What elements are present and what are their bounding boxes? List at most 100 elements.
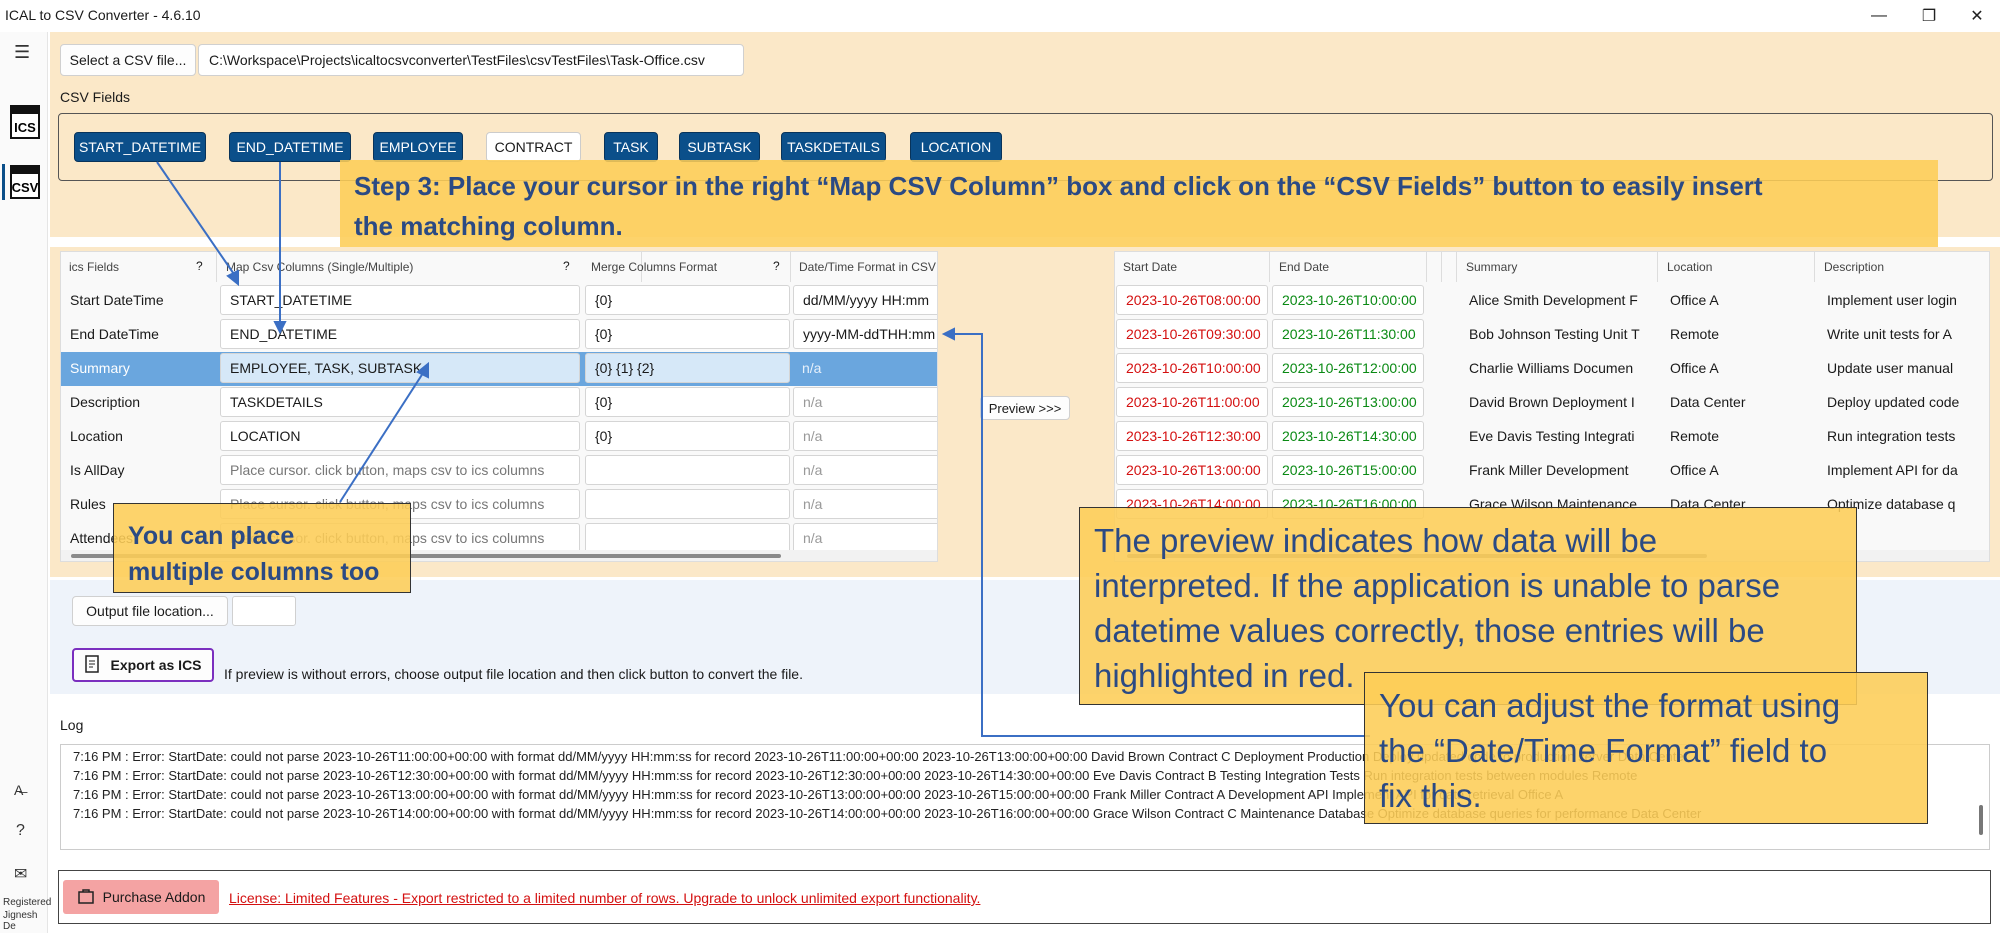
mail-icon[interactable]: ✉ (14, 864, 27, 884)
map-input-description[interactable]: TASKDETAILS (220, 387, 580, 417)
row-field-summary: Summary (70, 360, 130, 376)
help-icon[interactable]: ? (773, 259, 780, 273)
preview-start: 2023-10-26T09:30:00 (1116, 319, 1268, 349)
chip-task[interactable]: TASK (604, 132, 658, 162)
row-field-end: End DateTime (70, 326, 159, 342)
preview-summary: Bob Johnson Testing Unit T (1469, 326, 1640, 342)
map-input-summary[interactable]: EMPLOYEE, TASK, SUBTASK (220, 353, 580, 383)
help-icon[interactable]: ? (16, 822, 25, 840)
preview-description: Implement user login (1827, 292, 1957, 308)
preview-button[interactable]: Preview >>> (980, 396, 1070, 420)
row-field-allday: Is AllDay (70, 462, 125, 478)
close-button[interactable]: ✕ (1954, 0, 2000, 32)
preview-end: 2023-10-26T11:30:00 (1272, 319, 1424, 349)
preview-location: Office A (1670, 360, 1719, 376)
chip-taskdetails[interactable]: TASKDETAILS (781, 132, 886, 162)
format-line3: fix this. (1379, 777, 1482, 814)
purchase-addon-button[interactable]: Purchase Addon (63, 880, 219, 914)
chip-employee[interactable]: EMPLOYEE (373, 132, 463, 162)
format-input-description[interactable]: n/a (793, 387, 937, 417)
map-input-end[interactable]: END_DATETIME (220, 319, 580, 349)
row-field-description: Description (70, 394, 141, 410)
format-input-attendees[interactable]: n/a (793, 523, 937, 553)
purchase-label: Purchase Addon (102, 889, 206, 905)
merge-input-attendees[interactable] (585, 523, 790, 553)
left-nav-rail: ☰ ICS CSV A̶ ? ✉ Registered Jignesh De (0, 32, 51, 933)
header-ics-fields: ics Fields (61, 252, 217, 282)
format-input-start[interactable]: dd/MM/yyyy HH:mm (793, 285, 937, 315)
csv-label: CSV (12, 180, 39, 195)
license-link[interactable]: License: Limited Features - Export restr… (229, 890, 980, 906)
format-input-rules[interactable]: n/a (793, 489, 937, 519)
map-input-start[interactable]: START_DATETIME (220, 285, 580, 315)
multi-columns-callout: You can place multiple columns too (113, 503, 411, 593)
format-line2: the “Date/Time Format” field to (1379, 732, 1828, 769)
merge-input-summary[interactable]: {0} {1} {2} (585, 353, 790, 383)
format-input-end[interactable]: yyyy-MM-ddTHH:mm (793, 319, 937, 349)
map-input-allday[interactable]: Place cursor. click button, maps csv to … (220, 455, 580, 485)
translate-icon[interactable]: A̶ (14, 782, 23, 798)
merge-input-end[interactable]: {0} (585, 319, 790, 349)
preview-start: 2023-10-26T10:00:00 (1116, 353, 1268, 383)
registered-user: Jignesh De (3, 910, 38, 932)
help-icon[interactable]: ? (196, 259, 203, 273)
preview-end: 2023-10-26T10:00:00 (1272, 285, 1424, 315)
merge-input-allday[interactable] (585, 455, 790, 485)
header-start-date: Start Date (1115, 252, 1270, 282)
maximize-button[interactable]: ❐ (1906, 0, 1952, 32)
preview-start: 2023-10-26T12:30:00 (1116, 421, 1268, 451)
menu-icon[interactable]: ☰ (14, 42, 30, 63)
csv-path-field[interactable]: C:\Workspace\Projects\icaltocsvconverter… (198, 44, 744, 76)
chip-start-datetime[interactable]: START_DATETIME (74, 132, 206, 162)
chip-subtask[interactable]: SUBTASK (679, 132, 760, 162)
log-scrollbar[interactable] (1979, 805, 1983, 835)
preview-summary: Alice Smith Development F (1469, 292, 1638, 308)
merge-input-start[interactable]: {0} (585, 285, 790, 315)
step3-line2: the matching column. (354, 211, 623, 241)
export-label: Export as ICS (110, 657, 202, 673)
select-csv-button[interactable]: Select a CSV file... (60, 44, 196, 76)
chip-contract[interactable]: CONTRACT (486, 132, 581, 162)
export-hint: If preview is without errors, choose out… (224, 666, 803, 682)
chip-location[interactable]: LOCATION (910, 132, 1002, 162)
preview-start: 2023-10-26T13:00:00 (1116, 455, 1268, 485)
minimize-button[interactable]: — (1856, 0, 1902, 32)
preview-description: Write unit tests for A (1827, 326, 1953, 342)
preview-location: Data Center (1670, 394, 1746, 410)
title-bar: ICAL to CSV Converter - 4.6.10 — ❐ ✕ (0, 0, 2000, 32)
preview-location: Office A (1670, 292, 1719, 308)
log-line: 7:16 PM : Error: StartDate: could not pa… (73, 787, 1564, 802)
csv-nav-icon[interactable]: CSV (10, 162, 42, 200)
help-icon[interactable]: ? (563, 259, 570, 273)
export-ics-button[interactable]: Export as ICS (72, 648, 214, 682)
merge-input-location[interactable]: {0} (585, 421, 790, 451)
preview-end: 2023-10-26T14:30:00 (1272, 421, 1424, 451)
ics-nav-icon[interactable]: ICS (10, 102, 42, 140)
preview-description: Implement API for da (1827, 462, 1958, 478)
format-input-allday[interactable]: n/a (793, 455, 937, 485)
map-input-location[interactable]: LOCATION (220, 421, 580, 451)
preview-summary: Charlie Williams Documen (1469, 360, 1634, 376)
header-description: Description (1824, 260, 1885, 274)
preview-summary: David Brown Deployment I (1469, 394, 1635, 410)
step3-line1: Step 3: Place your cursor in the right “… (354, 171, 1763, 201)
format-input-summary[interactable]: n/a (793, 353, 937, 383)
output-path-field[interactable] (232, 596, 296, 626)
window-title: ICAL to CSV Converter - 4.6.10 (5, 7, 201, 23)
output-location-button[interactable]: Output file location... (72, 596, 228, 626)
preview-description: Update user manual (1827, 360, 1954, 376)
header-datetime-format: Date/Time Format in CSV (799, 260, 936, 274)
preview-line1: The preview indicates how data will be (1094, 522, 1658, 559)
merge-input-rules[interactable] (585, 489, 790, 519)
format-line1: You can adjust the format using (1379, 687, 1841, 724)
active-nav-indicator (2, 164, 5, 200)
cart-icon (77, 887, 95, 908)
header-summary: Summary (1458, 252, 1658, 282)
export-icon (84, 654, 102, 676)
format-input-location[interactable]: n/a (793, 421, 937, 451)
chip-end-datetime[interactable]: END_DATETIME (229, 132, 351, 162)
merge-input-description[interactable]: {0} (585, 387, 790, 417)
preview-end: 2023-10-26T15:00:00 (1272, 455, 1424, 485)
preview-summary: Eve Davis Testing Integrati (1469, 428, 1635, 444)
preview-line3: datetime values correctly, those entries… (1094, 612, 1765, 649)
